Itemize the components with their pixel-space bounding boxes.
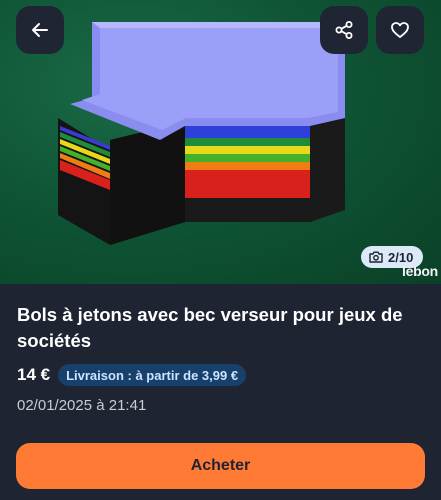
product-photo[interactable]: 2/10 lebon — [0, 0, 441, 284]
product-image — [58, 22, 345, 245]
buy-button[interactable]: Acheter — [16, 443, 425, 489]
delivery-badge[interactable]: Livraison : à partir de 3,99 € — [58, 364, 247, 386]
arrow-left-icon — [32, 23, 48, 37]
favorite-button[interactable] — [376, 6, 424, 54]
share-icon — [335, 21, 353, 39]
camera-icon — [369, 251, 383, 263]
heart-icon — [391, 22, 409, 38]
back-button[interactable] — [16, 6, 64, 54]
price-row: 14 € Livraison : à partir de 3,99 € — [17, 364, 247, 386]
listing-date: 02/01/2025 à 21:41 — [17, 397, 147, 414]
share-button[interactable] — [320, 6, 368, 54]
listing-title: Bols à jetons avec bec verseur pour jeux… — [17, 304, 403, 351]
price: 14 € — [17, 365, 51, 384]
watermark: lebon — [402, 263, 438, 279]
